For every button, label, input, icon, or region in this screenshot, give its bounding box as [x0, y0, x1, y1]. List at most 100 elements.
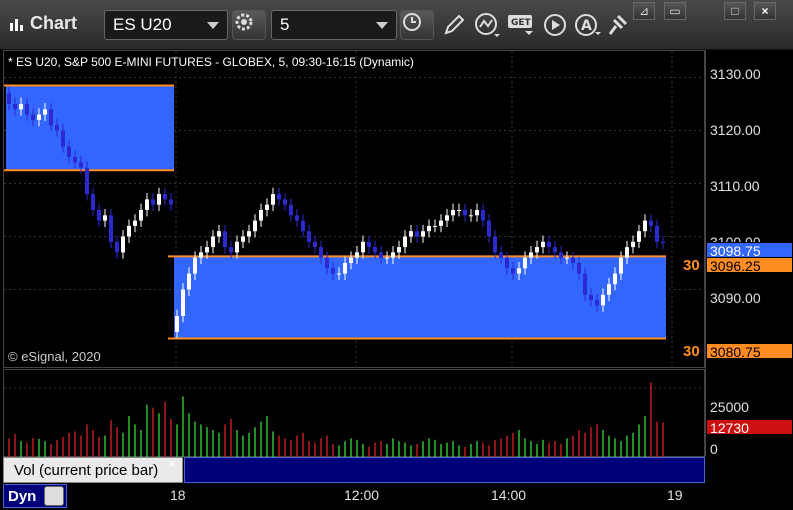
candle-body: [643, 220, 647, 232]
candle-body: [595, 300, 599, 306]
candle-body: [403, 236, 407, 248]
time-axis[interactable]: 18 12:00 14:00 19: [3, 483, 705, 510]
candle-body: [211, 236, 215, 248]
volume-tick: 25000: [710, 399, 749, 415]
volume-study-text: Vol (current price bar): [14, 462, 159, 479]
candle-body: [619, 257, 623, 274]
candle-body: [613, 273, 617, 285]
candle-body: [67, 146, 71, 157]
volume-study-label[interactable]: Vol (current price bar): [3, 457, 183, 483]
svg-text:A: A: [581, 18, 592, 34]
candle-body: [373, 247, 377, 253]
close-button[interactable]: ×: [754, 2, 776, 20]
candle-body: [517, 268, 521, 274]
candle-body: [13, 104, 17, 110]
chevron-down-icon: [376, 22, 388, 29]
support-zone: [6, 85, 174, 171]
volume-status-strip: [184, 457, 705, 483]
candle-body: [379, 252, 383, 258]
pin-window-button[interactable]: ⊿: [633, 2, 655, 20]
candle-body: [37, 114, 41, 120]
candle-body: [565, 257, 569, 259]
candle-body: [205, 247, 209, 253]
candle-body: [277, 194, 281, 200]
candle-body: [409, 231, 413, 237]
candle-body: [319, 247, 323, 258]
volume-chart-svg: [4, 382, 706, 458]
candle-body: [367, 241, 371, 248]
candle-body: [493, 236, 497, 253]
candle-body: [583, 273, 587, 295]
candle-body: [193, 257, 197, 274]
candle-body: [175, 316, 179, 332]
candle-body: [529, 252, 533, 258]
candle-body: [145, 199, 149, 210]
restore-icon: ▭: [669, 4, 681, 18]
candle-body: [127, 225, 131, 237]
interval-select[interactable]: 5: [271, 10, 397, 40]
candle-body: [397, 247, 401, 253]
candle-body: [265, 204, 269, 210]
candle-body: [439, 220, 443, 226]
candle-body: [157, 194, 161, 205]
candle-body: [331, 268, 335, 274]
price-tick: 3110.00: [710, 178, 760, 194]
candle-body: [607, 284, 611, 295]
candle-body: [541, 241, 545, 248]
candle-body: [535, 247, 539, 253]
candle-body: [73, 157, 77, 163]
price-axis[interactable]: 3130.00 3120.00 3110.00 3100.00 3090.00 …: [705, 50, 793, 457]
candle-body: [247, 231, 251, 237]
app-icon: [8, 15, 26, 33]
candle-body: [235, 241, 239, 253]
lock-icon[interactable]: [44, 486, 64, 506]
time-button[interactable]: [400, 10, 434, 40]
settings-button[interactable]: [232, 10, 266, 40]
candle-body: [31, 114, 35, 120]
candle-body: [139, 210, 143, 221]
level-upper-tag: 3096.25: [706, 257, 793, 274]
restore-button[interactable]: ▭: [664, 2, 686, 20]
volume-tick: 0: [710, 441, 718, 457]
candle-body: [229, 247, 233, 253]
candle-body: [199, 252, 203, 258]
candle-body: [163, 194, 167, 200]
candle-body: [631, 241, 635, 248]
close-icon: ×: [761, 4, 769, 18]
volume-close-icon[interactable]: ×: [168, 456, 176, 471]
copyright: © eSignal, 2020: [8, 349, 101, 364]
candle-body: [301, 220, 305, 232]
candle-body: [85, 167, 89, 195]
zone-upper-label: 30: [683, 257, 700, 274]
candle-body: [589, 294, 593, 301]
candle-body: [415, 231, 419, 237]
candle-body: [361, 241, 365, 253]
candle-body: [283, 199, 287, 205]
candle-body: [469, 215, 473, 217]
maximize-button[interactable]: □: [724, 2, 746, 20]
candle-body: [661, 241, 665, 244]
candle-body: [343, 263, 347, 274]
candle-body: [187, 273, 191, 290]
candle-body: [223, 231, 227, 248]
symbol-select[interactable]: ES U20: [104, 10, 228, 40]
candle-body: [325, 257, 329, 269]
symbol-value: ES U20: [113, 15, 172, 34]
candle-body: [241, 236, 245, 242]
candle-body: [547, 241, 551, 248]
price-chart[interactable]: [3, 50, 706, 369]
volume-pane[interactable]: [3, 369, 706, 458]
candle-body: [43, 109, 47, 115]
candle-body: [457, 210, 461, 211]
toolbar: Chart ES U20 5 GET A ⊿ ▭ □ ×: [0, 0, 793, 50]
candle-body: [151, 199, 155, 205]
candle-body: [313, 241, 317, 248]
candle-body: [445, 215, 449, 221]
candle-body: [181, 289, 185, 316]
candle-body: [505, 257, 509, 269]
candle-body: [601, 294, 605, 306]
candle-body: [79, 162, 83, 168]
candle-body: [427, 225, 431, 232]
candle-body: [433, 225, 437, 227]
pin-window-icon: ⊿: [638, 4, 650, 18]
